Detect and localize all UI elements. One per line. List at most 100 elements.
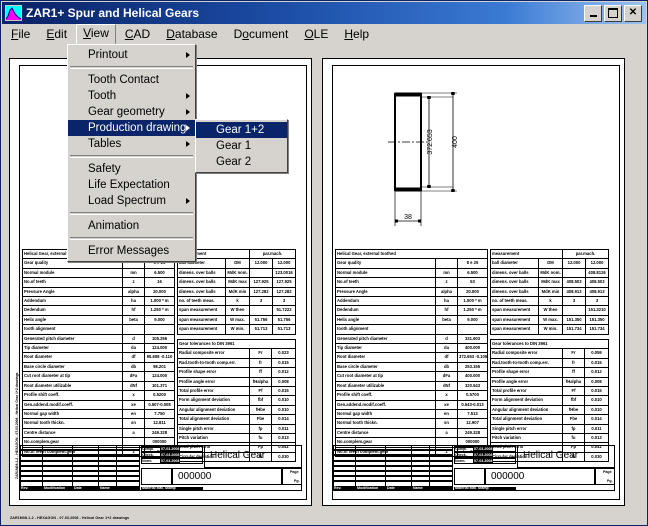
table-cell: Fr — [563, 349, 585, 358]
view-menu-item-animation[interactable]: Animation — [68, 218, 195, 234]
view-menu-item-printout[interactable]: Printout — [68, 47, 195, 63]
table-cell: Generated pitch diameter — [23, 334, 123, 343]
table-cell: MdK max — [539, 278, 563, 287]
menu-separator — [70, 237, 193, 240]
table-row: no. of teeth meas.k33 — [491, 297, 609, 306]
table-cell: ball diameter — [491, 259, 539, 268]
menu-database[interactable]: Database — [159, 25, 224, 44]
table-cell: Centre distance — [23, 428, 123, 437]
minimize-button[interactable] — [584, 5, 602, 22]
table-cell: Profile angle error — [491, 377, 563, 386]
table-row: tooth alignment — [23, 325, 175, 334]
menu-view[interactable]: View — [76, 24, 116, 44]
view-menu-item-gear-geometry[interactable]: Gear geometry — [68, 104, 195, 120]
table-cell: tooth alignment — [23, 325, 123, 334]
table-cell: 6.500 — [145, 268, 175, 277]
table-cell — [145, 325, 175, 334]
table-cell: No.of teeth — [23, 278, 123, 287]
signoff-role: Compl. — [142, 447, 154, 451]
table-cell: Pressure Angle — [23, 287, 123, 296]
table-cell — [563, 268, 586, 277]
menu-item-label: Gear 1 — [216, 140, 251, 152]
table-cell: 12.907 — [458, 419, 488, 428]
view-menu-item-safety[interactable]: Safety — [68, 161, 195, 177]
menu-ole[interactable]: OLE — [297, 25, 335, 44]
table-cell: Generated pitch diameter — [336, 334, 436, 343]
table-cell: 12.000 — [586, 259, 609, 268]
table-cell: k — [226, 297, 250, 306]
table-cell: beta — [123, 315, 145, 324]
submenu-item-gear-2[interactable]: Gear 2 — [196, 154, 287, 170]
table-cell: 1.250 * m — [145, 306, 175, 315]
production-drawing-submenu[interactable]: Gear 1+2 Gear 1 Gear 2 — [195, 119, 288, 173]
menu-item-label: Tables — [88, 138, 121, 150]
drawing-sheet-gear2[interactable]: 372.65340038 Helical Gear, external toot… — [322, 58, 625, 506]
signoff-role: Check. — [455, 453, 467, 457]
revision-column-divider — [355, 445, 356, 487]
menu-separator — [70, 212, 193, 215]
table-row: ball diameterDM12.00012.000 — [491, 259, 609, 268]
table-cell: ff — [563, 368, 585, 377]
table-cell: Profile angle error — [178, 377, 250, 386]
view-menu-item-tooth[interactable]: Tooth — [68, 88, 195, 104]
gear1-side-code: ZAR1M08.1-2 - HEXAGON - 07.03.2008 - Hel… — [15, 372, 19, 479]
table-cell: z — [436, 278, 458, 287]
table-cell: 0.010 — [272, 396, 296, 405]
view-menu-item-load-spectrum[interactable]: Load Spectrum — [68, 193, 195, 209]
table-cell: Form alignment deviation — [491, 396, 563, 405]
menu-document[interactable]: Document — [227, 25, 296, 44]
table-row: Generated pitch diameterd331.603 — [336, 334, 488, 343]
menu-item-label: Printout — [88, 49, 128, 61]
table-cell: Total profile error — [491, 387, 563, 396]
menu-help[interactable]: Help — [337, 25, 376, 44]
table-cell: 8 e 25 — [458, 259, 488, 268]
part-name: Helical Gear — [210, 450, 265, 461]
table-row: Single pitch errorfp0.011 — [491, 424, 609, 433]
menu-item-label: Error Messages — [88, 245, 169, 257]
menu-edit[interactable]: Edit — [39, 25, 74, 44]
table-row: Normal gap widthen7.750 — [23, 409, 175, 418]
menu-separator — [70, 155, 193, 158]
view-menu-item-production-drawing[interactable]: Production drawing — [68, 120, 195, 136]
table-cell: 51.756 — [250, 315, 273, 324]
table-row: Normal tooth thickn.sn12.811 — [23, 419, 175, 428]
signoff-date: 07-03-2008 — [160, 453, 180, 457]
table-cell: span measurement — [178, 306, 226, 315]
table-cell: 1.000 * m — [458, 297, 488, 306]
view-dropdown-menu[interactable]: Printout Tooth ContactToothGear geometryP… — [67, 44, 196, 262]
sheet-border-gear2: 372.65340038 Helical Gear, external toot… — [332, 65, 620, 500]
submenu-item-gear-1[interactable]: Gear 1 — [196, 138, 287, 154]
signoff-role: Compl. — [455, 447, 467, 451]
view-menu-item-tables[interactable]: Tables — [68, 136, 195, 152]
table-cell: 331.603 — [458, 334, 488, 343]
menu-cad[interactable]: CAD — [118, 25, 157, 44]
table-cell: no. of teeth meas. — [178, 297, 226, 306]
table-row: Total profile errorFf0.015 — [178, 387, 296, 396]
table-cell: span measurement — [491, 315, 539, 324]
page-value: Pg. — [294, 479, 300, 483]
table-cell: 0.008 — [272, 377, 296, 386]
drawing-number: 000000 — [178, 471, 211, 482]
view-menu-item-error-messages[interactable]: Error Messages — [68, 243, 195, 259]
table-cell: 0.5200 — [145, 391, 175, 400]
table-cell: a — [436, 428, 458, 437]
table-cell: fHbe — [563, 405, 585, 414]
view-menu-item-tooth-contact[interactable]: Tooth Contact — [68, 72, 195, 88]
table-cell: span measurement — [178, 315, 226, 324]
table-cell: measurement — [491, 250, 563, 259]
maximize-button[interactable] — [604, 5, 622, 22]
submenu-arrow-icon — [186, 125, 190, 131]
close-button[interactable]: ✕ — [624, 5, 642, 22]
submenu-arrow-icon — [186, 109, 190, 115]
table-cell: Gen.addend.modif.coeff. — [23, 400, 123, 409]
revision-header-date: Date — [74, 486, 82, 490]
table-cell: Rad.tooth-to-tooth comp.err. — [178, 358, 250, 367]
signoff-role: Norm. — [455, 459, 465, 463]
window-title: ZAR1+ Spur and Helical Gears — [26, 6, 199, 20]
submenu-item-gear-1-2[interactable]: Gear 1+2 — [196, 122, 287, 138]
view-menu-item-life-expectation[interactable]: Life Expectation — [68, 177, 195, 193]
menu-file[interactable]: File — [4, 25, 37, 44]
table-row: Addendumha1.000 * m — [23, 297, 175, 306]
table-cell: Radial composite error — [491, 349, 563, 358]
table-cell: Rad.tooth-to-tooth comp.err. — [491, 358, 563, 367]
